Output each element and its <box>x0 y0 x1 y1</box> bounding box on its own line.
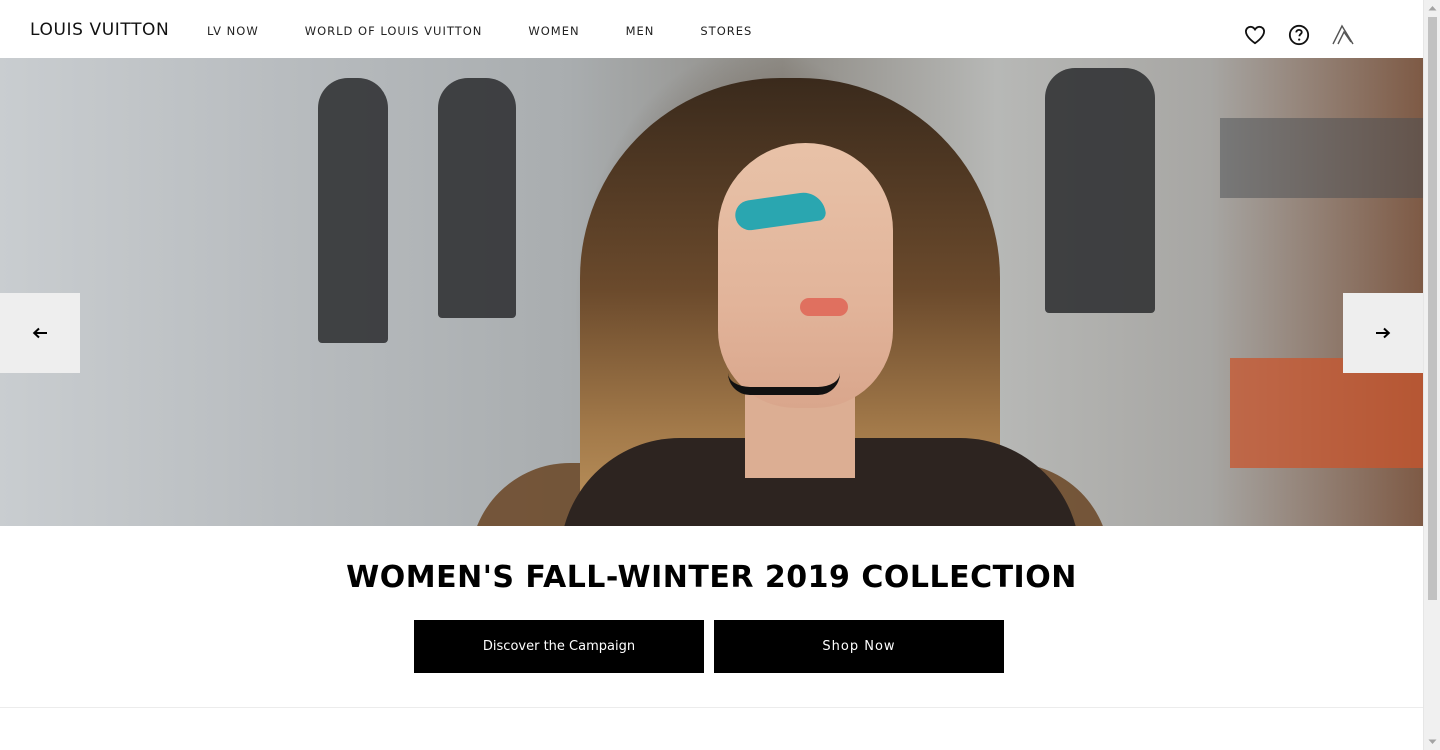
arrow-left-icon <box>32 327 47 339</box>
hero-image <box>0 58 1423 526</box>
arrow-right-icon <box>1376 327 1391 339</box>
background-window <box>438 78 516 318</box>
background-window <box>1045 68 1155 313</box>
face <box>718 143 893 408</box>
help-icon[interactable] <box>1286 22 1312 48</box>
page: LOUIS VUITTON LV NOW WORLD OF LOUIS VUIT… <box>0 0 1423 750</box>
scroll-up-arrow-icon[interactable] <box>1424 0 1440 16</box>
section-divider <box>0 707 1423 708</box>
lips <box>800 298 848 316</box>
nav-item-world-of-louis-vuitton[interactable]: WORLD OF LOUIS VUITTON <box>305 24 483 38</box>
heart-icon[interactable] <box>1242 22 1268 48</box>
background-shop <box>1230 358 1423 468</box>
brand-logo[interactable]: LOUIS VUITTON <box>30 20 169 40</box>
site-header: LOUIS VUITTON LV NOW WORLD OF LOUIS VUIT… <box>0 0 1423 58</box>
next-slide-button[interactable] <box>1343 293 1423 373</box>
campaign-headline: WOMEN'S FALL-WINTER 2019 COLLECTION <box>346 560 1077 595</box>
account-icon[interactable] <box>1330 22 1356 48</box>
nav-item-stores[interactable]: STORES <box>700 24 752 38</box>
previous-slide-button[interactable] <box>0 293 80 373</box>
scroll-down-arrow-icon[interactable] <box>1424 734 1440 750</box>
discover-campaign-button[interactable]: Discover the Campaign <box>414 620 704 673</box>
scroll-thumb[interactable] <box>1428 17 1437 600</box>
background-window <box>318 78 388 343</box>
nav-item-women[interactable]: WOMEN <box>528 24 579 38</box>
shop-now-button[interactable]: Shop Now <box>714 620 1004 673</box>
background-roof <box>1220 118 1423 198</box>
choker <box>728 373 840 395</box>
nav-item-lv-now[interactable]: LV NOW <box>207 24 259 38</box>
header-icons <box>1242 22 1374 48</box>
nav-item-men[interactable]: MEN <box>626 24 655 38</box>
vertical-scrollbar[interactable] <box>1423 0 1440 750</box>
campaign-caption: WOMEN'S FALL-WINTER 2019 COLLECTION Disc… <box>0 526 1423 708</box>
main-nav: LV NOW WORLD OF LOUIS VUITTON WOMEN MEN … <box>207 24 798 38</box>
